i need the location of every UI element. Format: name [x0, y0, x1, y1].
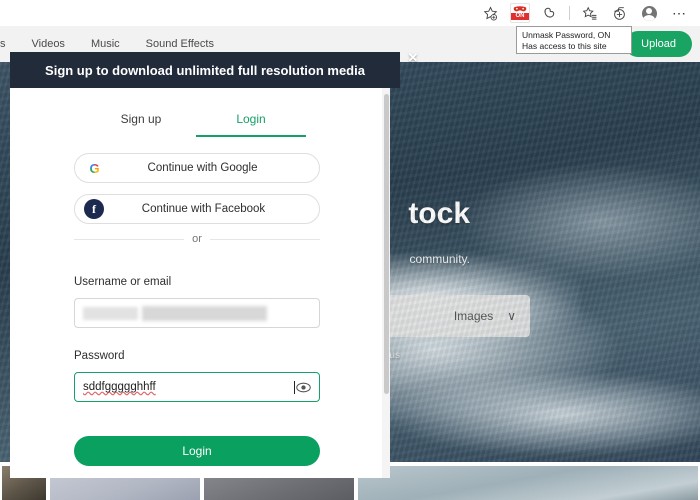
browser-essentials-icon[interactable] — [537, 2, 563, 24]
favorite-star-icon[interactable] — [477, 2, 503, 24]
add-tab-icon[interactable] — [606, 2, 632, 24]
password-input[interactable]: sddfggggghhff — [74, 372, 320, 402]
extension-tooltip: Unmask Password, ON Has access to this s… — [516, 26, 632, 54]
upload-button[interactable]: Upload — [625, 31, 692, 57]
gallery-thumbnail[interactable] — [358, 466, 698, 500]
tooltip-line-1: Unmask Password, ON — [522, 30, 611, 40]
tab-login[interactable]: Login — [196, 106, 306, 137]
continue-with-google-button[interactable]: G Continue with Google — [74, 153, 320, 183]
tooltip-line-2: Has access to this site — [522, 41, 607, 51]
continue-with-facebook-label: Continue with Facebook — [141, 203, 266, 215]
signup-promo-banner: Sign up to download unlimited full resol… — [10, 52, 400, 88]
redacted-text-block — [142, 305, 267, 321]
hero-wave-foam-secondary — [392, 374, 700, 454]
nav-item-music[interactable]: Music — [91, 38, 120, 50]
login-submit-button[interactable]: Login — [74, 436, 320, 466]
screenshot-root: s Videos Music Sound Effects Explore∨ Lo… — [0, 0, 700, 500]
avatar — [641, 5, 657, 21]
site-nav-links: s Videos Music Sound Effects — [0, 38, 214, 50]
google-icon: G — [87, 161, 102, 176]
redacted-text-block — [83, 306, 138, 320]
extension-icon-body: ON — [510, 3, 530, 23]
divider-line-right — [209, 238, 320, 240]
modal-scrollbar-thumb[interactable] — [384, 94, 389, 394]
continue-with-google-label: Continue with Google — [147, 162, 258, 174]
login-modal: Sign up Login G Continue with Google f C… — [10, 88, 390, 478]
nav-item-videos[interactable]: Videos — [32, 38, 65, 50]
divider-line-left — [74, 238, 185, 240]
username-field-label: Username or email — [74, 276, 172, 288]
banner-text: Sign up to download unlimited full resol… — [45, 62, 365, 78]
continue-with-facebook-button[interactable]: f Continue with Facebook — [74, 194, 320, 224]
toolbar-divider — [569, 6, 570, 20]
or-divider: or — [74, 233, 320, 245]
password-field-label: Password — [74, 350, 125, 362]
facebook-icon: f — [84, 199, 104, 219]
login-modal-content: Sign up Login G Continue with Google f C… — [10, 88, 382, 478]
settings-more-icon[interactable]: ⋯ — [666, 2, 692, 24]
extension-on-badge: ON — [511, 13, 529, 20]
password-value: sddfggggghhff — [83, 381, 156, 393]
chevron-down-icon: ∨ — [507, 309, 516, 323]
search-media-type-dropdown[interactable]: Images ∨ — [454, 309, 516, 323]
username-input[interactable] — [74, 298, 320, 328]
unmask-password-extension-icon[interactable]: ON — [507, 2, 533, 24]
nav-item-photos[interactable]: s — [0, 38, 6, 50]
divider-label: or — [192, 233, 202, 245]
close-icon[interactable]: ✕ — [405, 50, 421, 66]
collections-icon[interactable] — [576, 2, 602, 24]
search-media-type-label: Images — [453, 309, 494, 323]
auth-tabs: Sign up Login — [10, 106, 382, 137]
browser-toolbar: ON ⋯ — [0, 0, 700, 26]
nav-item-sound-effects[interactable]: Sound Effects — [146, 38, 214, 50]
toggle-password-visibility-icon[interactable] — [295, 379, 311, 395]
modal-scrollbar[interactable] — [382, 88, 390, 478]
tab-sign-up[interactable]: Sign up — [86, 106, 196, 137]
profile-avatar-icon[interactable] — [636, 2, 662, 24]
